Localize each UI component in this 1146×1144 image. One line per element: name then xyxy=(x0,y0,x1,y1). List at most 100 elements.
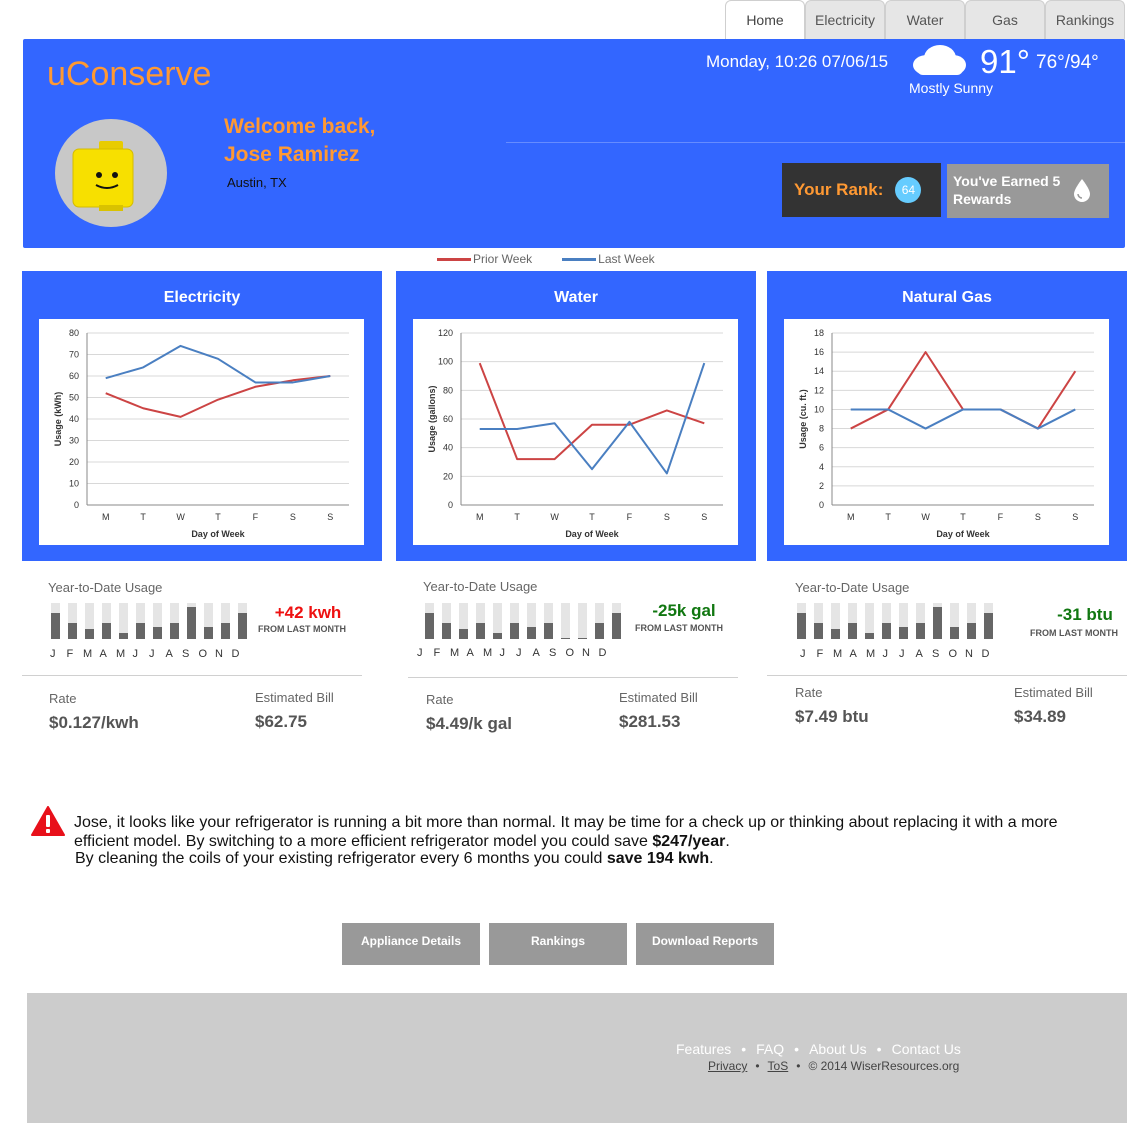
footer-link-faq[interactable]: FAQ xyxy=(756,1041,784,1057)
rewards-text: You've Earned 5 Rewards xyxy=(953,173,1061,207)
tab-electricity[interactable]: Electricity xyxy=(805,0,885,39)
ytd-bar-fill xyxy=(984,613,993,639)
ytd-bar xyxy=(119,603,128,639)
ytd-label: Year-to-Date Usage xyxy=(795,580,910,595)
ytd-bar xyxy=(221,603,230,639)
ytd-bar xyxy=(865,603,874,639)
tos-link[interactable]: ToS xyxy=(768,1059,789,1073)
ytd-label: Year-to-Date Usage xyxy=(423,579,538,594)
rankings-button[interactable]: Rankings xyxy=(489,923,627,965)
month-label: M xyxy=(450,647,460,659)
month-label: O xyxy=(565,647,575,659)
rank-badge: 64 xyxy=(895,177,922,203)
footer-link-features[interactable]: Features xyxy=(676,1041,731,1057)
ytd-bar xyxy=(544,603,553,639)
tab-gas[interactable]: Gas xyxy=(965,0,1045,39)
y-tick-label: 120 xyxy=(438,328,453,338)
y-tick-label: 2 xyxy=(819,481,824,491)
ytd-bar-chart xyxy=(797,603,1001,639)
alert-tip-text: By cleaning the coils of your existing r… xyxy=(75,850,607,867)
month-label: J xyxy=(132,648,139,660)
delta-caption: FROM LAST MONTH xyxy=(1030,628,1118,638)
month-label: A xyxy=(532,647,540,659)
ytd-bar xyxy=(561,603,570,639)
rank-box[interactable]: Your Rank: 64 xyxy=(782,163,941,217)
series-line-last-week xyxy=(105,344,331,384)
y-tick-label: 6 xyxy=(819,443,824,453)
rewards-box[interactable]: You've Earned 5 Rewards xyxy=(947,164,1109,218)
y-axis-label: Usage (kWh) xyxy=(53,392,63,447)
rate-label: Rate xyxy=(49,691,77,706)
footer-link-about[interactable]: About Us xyxy=(809,1041,867,1057)
ytd-bar-fill xyxy=(578,638,587,639)
avatar[interactable] xyxy=(55,119,167,227)
ytd-bar xyxy=(899,603,908,639)
gas-panel[interactable]: Natural Gas 0 2 4 6 8 10 12 14 16 18 M T W T F S S Day of… xyxy=(767,271,1127,561)
footer-separator: • xyxy=(796,1059,801,1073)
electricity-panel[interactable]: Electricity 0 10 20 30 40 50 60 70 80 M T W T F S S Day … xyxy=(22,271,382,561)
ytd-bar xyxy=(578,603,587,639)
water-chart: 0 20 40 60 80 100 120 M T W T F S S Day of Week Usage (… xyxy=(413,319,738,545)
y-tick-label: 80 xyxy=(443,385,453,395)
ytd-bar-fill xyxy=(238,613,247,639)
temperature: 91° xyxy=(980,43,1030,80)
bill-label: Estimated Bill xyxy=(255,690,334,705)
y-tick-label: 40 xyxy=(69,414,79,424)
tab-rankings[interactable]: Rankings xyxy=(1045,0,1125,39)
ytd-bar xyxy=(510,603,519,639)
footer-link-contact[interactable]: Contact Us xyxy=(892,1041,961,1057)
month-label: S xyxy=(932,648,940,660)
privacy-link[interactable]: Privacy xyxy=(708,1059,747,1073)
ytd-label: Year-to-Date Usage xyxy=(48,580,163,595)
x-tick-label: S xyxy=(664,512,670,522)
ytd-bar-fill xyxy=(544,622,553,639)
download-reports-button[interactable]: Download Reports xyxy=(636,923,774,965)
ytd-bar-chart xyxy=(425,603,629,639)
x-tick-label: W xyxy=(176,512,185,522)
month-label: F xyxy=(66,648,74,660)
month-label: J xyxy=(50,648,56,660)
water-panel[interactable]: Water 0 20 40 60 80 100 120 M T W T F S S Day of Week U… xyxy=(396,271,756,561)
ytd-bar xyxy=(425,603,434,639)
user-name: Jose Ramirez xyxy=(224,143,360,166)
ytd-bar-fill xyxy=(831,628,840,639)
ytd-bar xyxy=(153,603,162,639)
x-tick-label: T xyxy=(589,512,595,522)
ytd-bar-fill xyxy=(561,638,570,639)
y-tick-label: 100 xyxy=(438,357,453,367)
chart-legend: Prior Week Last Week xyxy=(437,252,655,266)
rate-label: Rate xyxy=(426,692,454,707)
month-label: N xyxy=(215,648,223,660)
footer-legal: Privacy • ToS • © 2014 WiserResources.org xyxy=(708,1059,959,1073)
ytd-bar-fill xyxy=(865,632,874,639)
ytd-bar xyxy=(916,603,925,639)
x-tick-label: W xyxy=(921,512,930,522)
tab-water[interactable]: Water xyxy=(885,0,965,39)
panel-title: Electricity xyxy=(163,289,241,306)
ytd-bar-fill xyxy=(51,613,60,639)
month-label: O xyxy=(948,648,958,660)
appliance-details-button[interactable]: Appliance Details xyxy=(342,923,480,965)
delta-caption: FROM LAST MONTH xyxy=(258,624,346,634)
month-label: D xyxy=(598,647,607,659)
bill-value: $34.89 xyxy=(1014,707,1066,726)
bill-value: $62.75 xyxy=(255,712,307,731)
water-line-chart: 0 20 40 60 80 100 120 M T W T F S S Day of Week Usage (… xyxy=(427,328,723,539)
tab-home[interactable]: Home xyxy=(725,0,805,39)
app-logo[interactable]: uConserve xyxy=(47,55,211,94)
ytd-bar xyxy=(493,603,502,639)
ytd-bar xyxy=(797,603,806,639)
ytd-bar-fill xyxy=(882,622,891,639)
month-label: A xyxy=(99,648,107,660)
summary-divider xyxy=(22,675,362,676)
ytd-bar-fill xyxy=(527,627,536,639)
rank-label: Your Rank: xyxy=(794,180,884,199)
alert-tip-period: . xyxy=(709,850,714,867)
header-divider xyxy=(506,142,1125,143)
ytd-bar xyxy=(595,603,604,639)
ytd-bar xyxy=(933,603,942,639)
x-tick-label: F xyxy=(998,512,1004,522)
month-label: J xyxy=(800,648,806,660)
ytd-bar-fill xyxy=(85,628,94,639)
y-tick-label: 20 xyxy=(69,457,79,467)
